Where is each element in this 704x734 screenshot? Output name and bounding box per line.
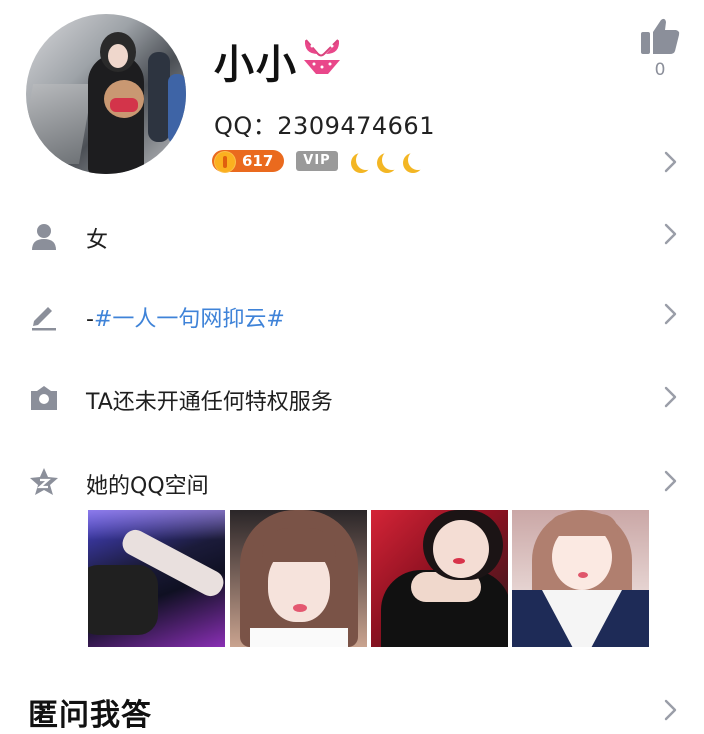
person-icon xyxy=(28,220,60,252)
gender-label: 女 xyxy=(86,228,109,253)
anonymous-qa-title: 匿问我答 xyxy=(28,698,152,733)
signature-topic-link[interactable]: #一人一句网抑云# xyxy=(94,307,285,332)
signature-label[interactable]: -#一人一句网抑云# xyxy=(86,301,285,333)
like-count: 0 xyxy=(654,60,666,80)
signature-prefix: - xyxy=(86,307,94,332)
chevron-right-icon[interactable] xyxy=(660,698,680,722)
privilege-label: TA还未开通任何特权服务 xyxy=(86,390,333,415)
qzone-photo[interactable] xyxy=(512,510,649,647)
level-value: 617 xyxy=(242,152,274,170)
avatar[interactable] xyxy=(26,14,186,174)
moon-icon xyxy=(382,150,402,170)
pencil-icon xyxy=(28,299,60,331)
thumbs-up-icon[interactable] xyxy=(638,14,682,58)
privilege-icon xyxy=(28,382,60,414)
qzone-photo[interactable] xyxy=(371,510,508,647)
coin-icon xyxy=(214,151,236,173)
nickname: 小小 xyxy=(214,42,298,88)
chevron-right-icon[interactable] xyxy=(660,222,680,246)
star-icon xyxy=(28,466,60,498)
chevron-right-icon[interactable] xyxy=(660,150,680,174)
moon-icon xyxy=(356,150,376,170)
chevron-right-icon[interactable] xyxy=(660,385,680,409)
chevron-right-icon[interactable] xyxy=(660,469,680,493)
qzone-label: 她的QQ空间 xyxy=(86,474,209,499)
bikini-emoji-icon xyxy=(300,34,344,78)
chevron-right-icon[interactable] xyxy=(660,302,680,326)
qq-number: QQ：2309474661 xyxy=(214,112,435,140)
moon-icon xyxy=(408,150,428,170)
vip-badge[interactable]: VIP xyxy=(296,151,338,171)
qzone-photo[interactable] xyxy=(230,510,367,647)
qzone-photo[interactable] xyxy=(88,510,225,647)
